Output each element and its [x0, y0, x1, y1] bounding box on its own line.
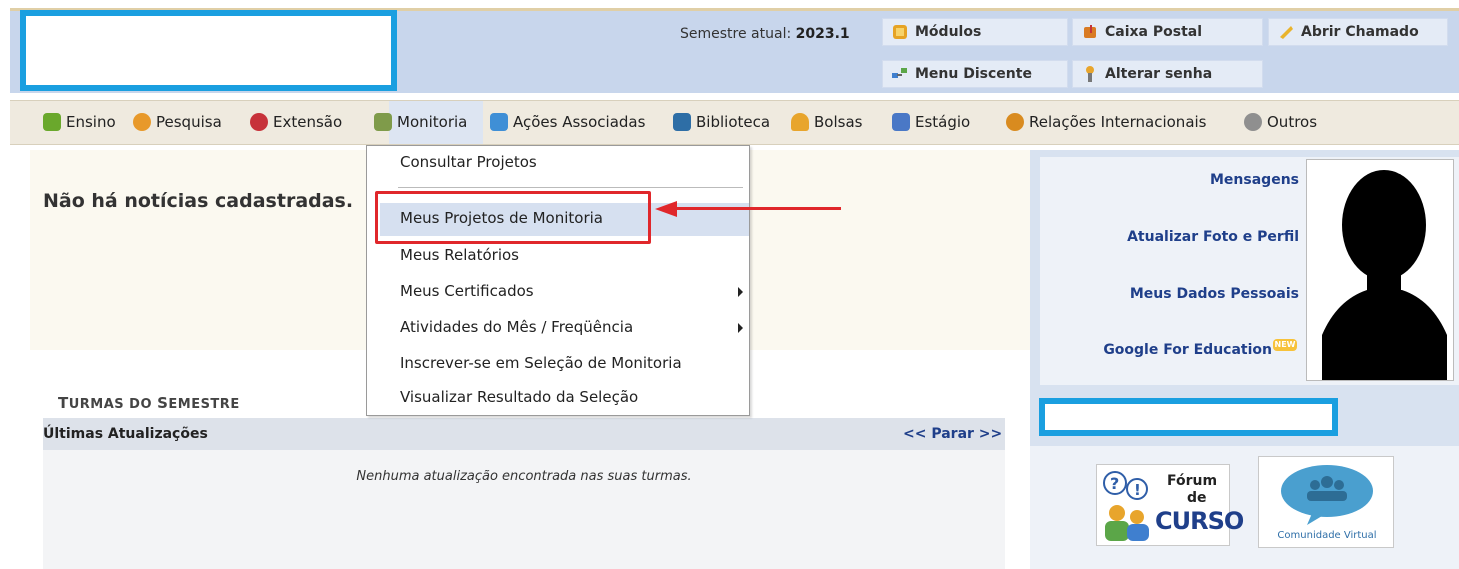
update-photo-profile-link[interactable]: Atualizar Foto e Perfil — [1127, 229, 1299, 245]
modules-button[interactable]: Módulos — [882, 18, 1068, 46]
trophy-icon — [374, 113, 392, 131]
mailbox-icon — [1081, 23, 1099, 41]
community-icon — [1281, 465, 1373, 525]
forum-icon: ? ! — [1103, 471, 1149, 541]
open-ticket-button[interactable]: Abrir Chamado — [1268, 18, 1448, 46]
stop-updates-link[interactable]: << Parar >> — [903, 426, 1002, 442]
updates-body — [43, 450, 1005, 569]
menu-monitoria[interactable]: Monitoria — [374, 113, 467, 131]
comunidade-virtual-link[interactable]: Comunidade Virtual — [1258, 456, 1394, 548]
svg-text:?: ? — [1110, 474, 1119, 493]
menu-ensino[interactable]: Ensino — [43, 113, 116, 131]
library-icon — [673, 113, 691, 131]
menu-biblioteca[interactable]: Biblioteca — [673, 113, 770, 131]
menu-estagio[interactable]: Estágio — [892, 113, 970, 131]
dropdown-separator — [398, 187, 743, 188]
monitoria-dropdown-menu — [366, 145, 750, 416]
menu-bolsas[interactable]: Bolsas — [791, 113, 862, 131]
avatar-silhouette-icon — [1307, 160, 1453, 380]
new-badge: NEW — [1273, 339, 1297, 351]
flask-icon — [133, 113, 151, 131]
menu-outros[interactable]: Outros — [1244, 113, 1317, 131]
logo-placeholder — [20, 10, 397, 91]
student-menu-button[interactable]: Menu Discente — [882, 60, 1068, 88]
modules-icon — [891, 23, 909, 41]
ticket-icon — [1277, 23, 1295, 41]
book-icon — [43, 113, 61, 131]
password-icon — [1081, 65, 1099, 83]
updates-title: Últimas Atualizações — [43, 426, 208, 442]
links-panel — [1030, 446, 1459, 569]
personal-data-link[interactable]: Meus Dados Pessoais — [1130, 286, 1299, 302]
mailbox-button[interactable]: Caixa Postal — [1072, 18, 1263, 46]
annotation-arrow-head-icon — [655, 201, 677, 217]
other-icon — [1244, 113, 1262, 131]
highlight-annotation-box — [375, 191, 651, 244]
google-for-education-link[interactable]: Google For Education — [1103, 342, 1272, 358]
menu-atividades-do-mes[interactable]: Atividades do Mês / Freqüência — [400, 318, 633, 336]
globe-icon — [1006, 113, 1024, 131]
menu-relacoes-internacionais[interactable]: Relações Internacionais — [1006, 113, 1207, 131]
submenu-arrow-icon — [738, 287, 743, 297]
no-news-message: Não há notícias cadastradas. — [43, 190, 354, 212]
menu-extensao[interactable]: Extensão — [250, 113, 342, 131]
current-semester: Semestre atual: 2023.1 — [680, 26, 850, 42]
annotation-arrow-shaft — [675, 207, 841, 210]
scholar-icon — [791, 113, 809, 131]
menu-acoes-associadas[interactable]: Ações Associadas — [490, 113, 645, 131]
student-menu-icon — [891, 65, 909, 83]
menu-inscrever-selecao[interactable]: Inscrever-se em Seleção de Monitoria — [400, 354, 682, 372]
menu-consultar-projetos[interactable]: Consultar Projetos — [400, 153, 537, 171]
menu-visualizar-resultado[interactable]: Visualizar Resultado da Seleção — [400, 388, 638, 406]
internship-icon — [892, 113, 910, 131]
profile-photo — [1306, 159, 1454, 381]
menu-meus-relatorios[interactable]: Meus Relatórios — [400, 246, 519, 264]
puzzle-icon — [490, 113, 508, 131]
redacted-placeholder — [1039, 398, 1338, 436]
heart-icon — [250, 113, 268, 131]
forum-de-curso-link[interactable]: ? ! Fórum de CURSO — [1096, 464, 1244, 546]
svg-text:!: ! — [1134, 481, 1141, 499]
menu-pesquisa[interactable]: Pesquisa — [133, 113, 222, 131]
submenu-arrow-icon — [738, 323, 743, 333]
messages-link[interactable]: Mensagens — [1210, 172, 1299, 188]
menu-meus-certificados[interactable]: Meus Certificados — [400, 282, 534, 300]
turmas-section-title: TURMAS DO SEMESTRE — [58, 394, 240, 412]
no-updates-message: Nenhuma atualização encontrada nas suas … — [356, 469, 692, 484]
change-password-button[interactable]: Alterar senha — [1072, 60, 1263, 88]
